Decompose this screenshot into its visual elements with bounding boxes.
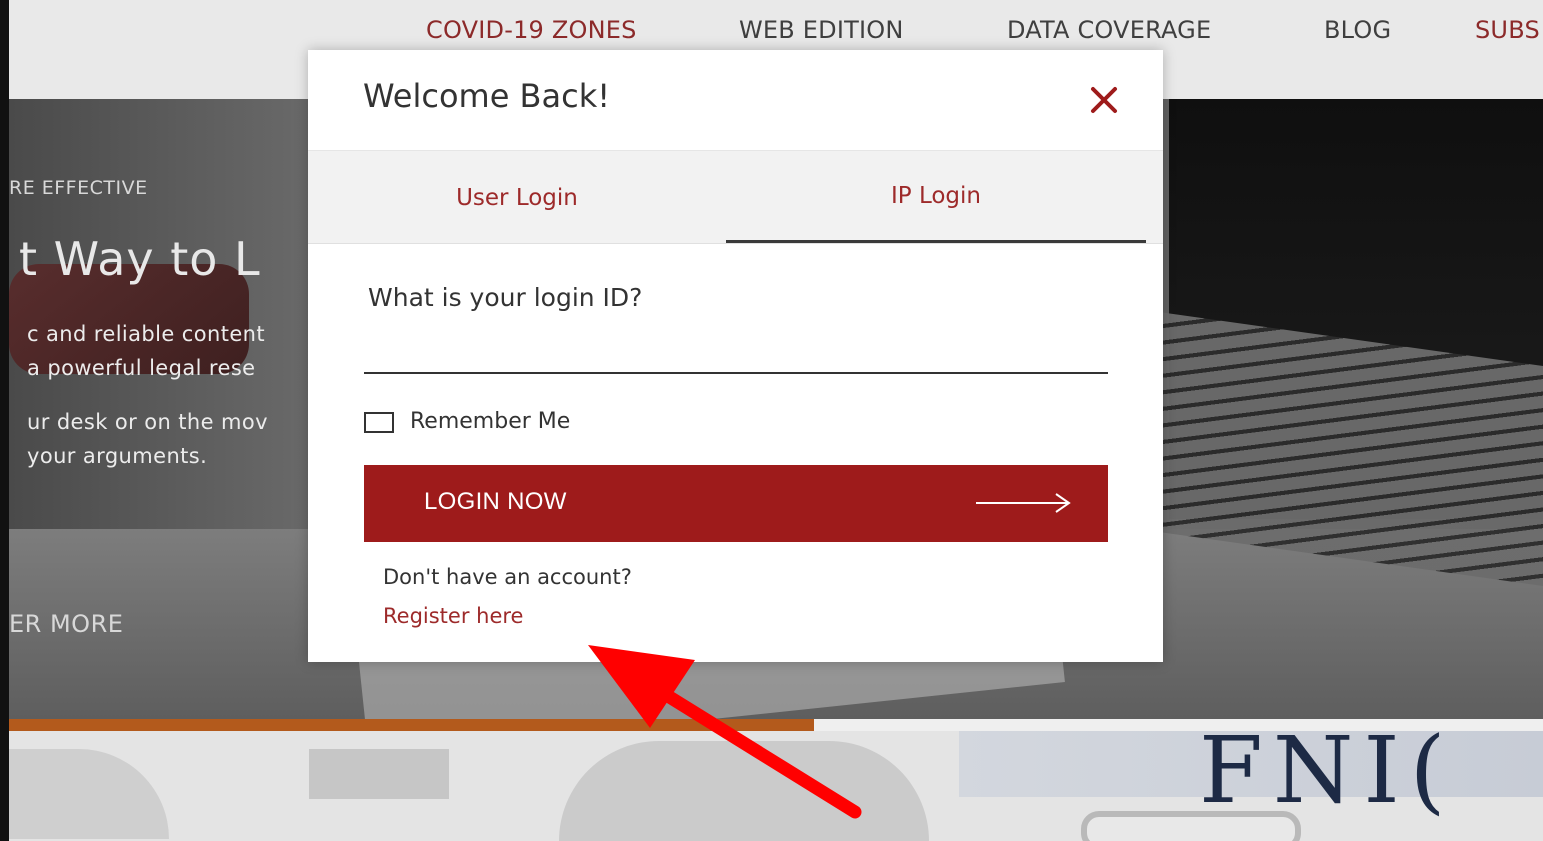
hero-line: c and reliable content	[27, 322, 265, 346]
register-here-link[interactable]: Register here	[383, 604, 523, 628]
remember-me-checkbox[interactable]	[364, 412, 394, 433]
hero-line: your arguments.	[27, 444, 208, 468]
nav-item-web-edition[interactable]: WEB EDITION	[739, 16, 904, 44]
nav-item-data-coverage[interactable]: DATA COVERAGE	[1007, 16, 1211, 44]
lower-image	[1081, 811, 1301, 841]
left-edge-strip	[0, 0, 9, 841]
lower-image	[9, 749, 169, 839]
close-icon[interactable]	[1084, 80, 1124, 120]
modal-title: Welcome Back!	[363, 77, 611, 115]
login-id-input[interactable]	[364, 332, 1108, 374]
arrow-right-icon	[974, 492, 1072, 514]
login-now-button[interactable]: LOGIN NOW	[364, 465, 1108, 542]
hero-kicker: RE EFFECTIVE	[9, 177, 148, 199]
login-id-label: What is your login ID?	[368, 283, 643, 312]
hero-line: ur desk or on the mov	[27, 410, 268, 434]
remember-me-label: Remember Me	[410, 409, 571, 434]
login-now-label: LOGIN NOW	[424, 488, 567, 515]
nav-item-blog[interactable]: BLOG	[1324, 16, 1391, 44]
tab-ip-login[interactable]: IP Login	[726, 151, 1146, 244]
lower-banner-text: FNI(	[1199, 717, 1456, 824]
lower-content-strip: FNI(	[9, 717, 1543, 841]
hero-line: a powerful legal rese	[27, 356, 256, 380]
hero-slide-progress	[9, 719, 814, 731]
hero-discover-more-link[interactable]: ER MORE	[9, 610, 123, 638]
no-account-text: Don't have an account?	[383, 565, 632, 589]
hero-title: t Way to L	[19, 232, 261, 286]
nav-item-subscribe[interactable]: SUBS	[1475, 16, 1540, 44]
lower-image	[559, 741, 929, 841]
lower-image	[309, 749, 449, 799]
tabs-divider	[308, 243, 1163, 244]
login-modal: Welcome Back! User Login IP Login What i…	[308, 50, 1163, 662]
login-tabs: User Login IP Login	[308, 150, 1163, 244]
tab-user-login[interactable]: User Login	[308, 151, 726, 244]
nav-item-covid-zones[interactable]: COVID-19 ZONES	[426, 16, 637, 44]
